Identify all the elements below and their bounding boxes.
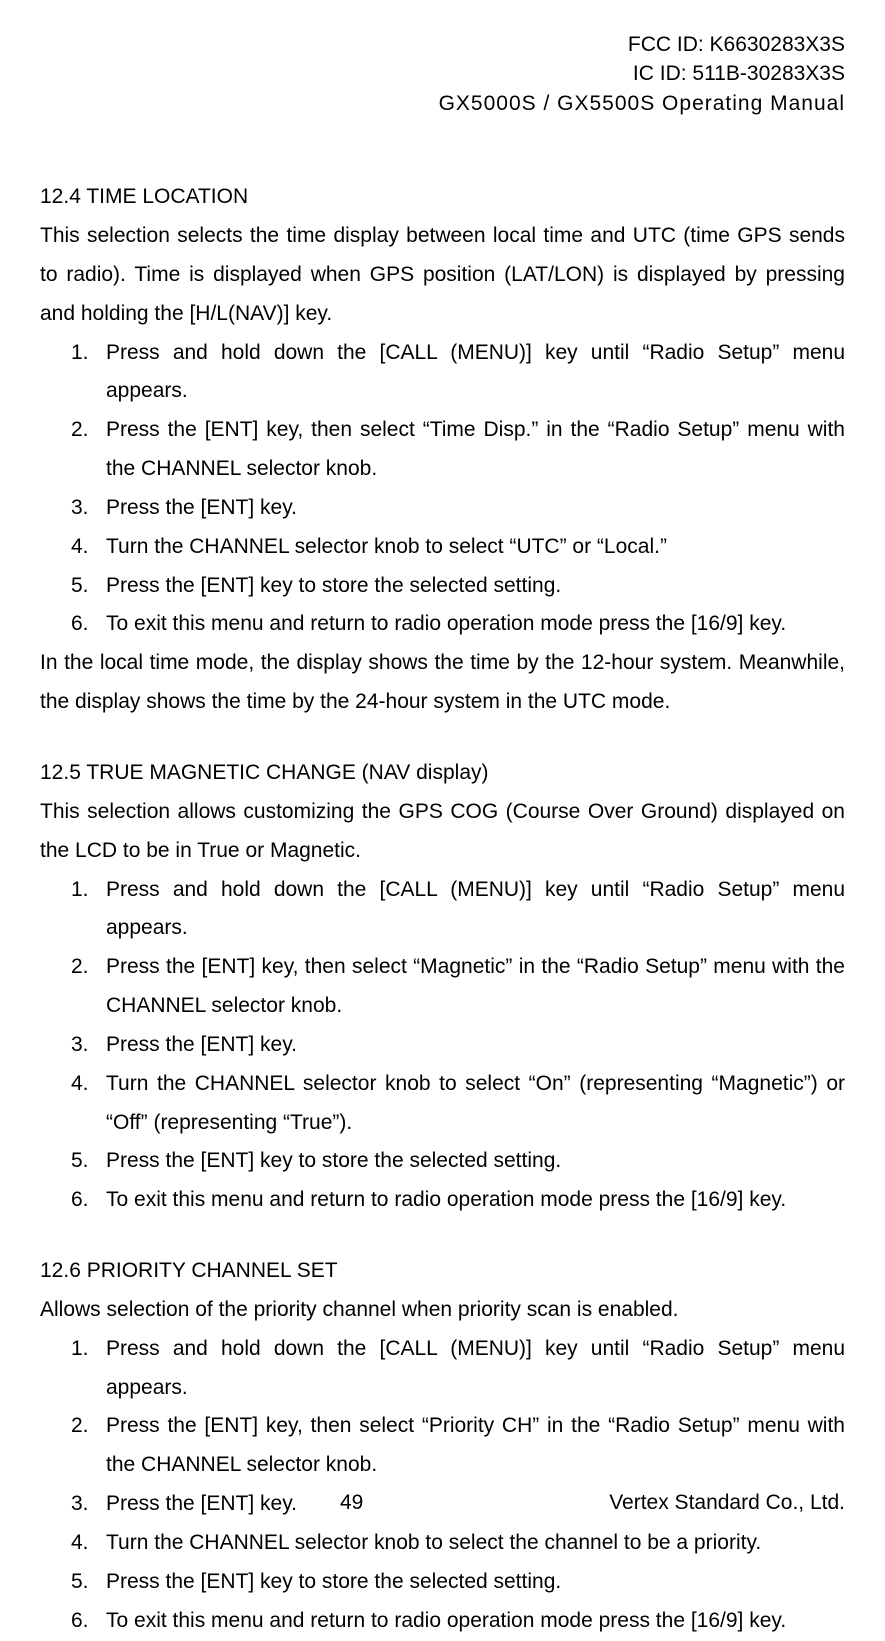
step-text: Press and hold down the [CALL (MENU)] ke…	[106, 341, 845, 403]
document-page: FCC ID: K6630283X3S IC ID: 511B-30283X3S…	[0, 0, 885, 1641]
step-item: 5.Press the [ENT] key to store the selec…	[76, 1142, 845, 1181]
step-number: 4.	[71, 1065, 89, 1104]
step-text: Press the [ENT] key, then select “Time D…	[106, 418, 845, 480]
step-number: 5.	[71, 567, 89, 606]
step-item: 4.Turn the CHANNEL selector knob to sele…	[76, 528, 845, 567]
section-intro-12-4: This selection selects the time display …	[40, 217, 845, 334]
step-number: 5.	[71, 1563, 89, 1602]
step-text: Press and hold down the [CALL (MENU)] ke…	[106, 878, 845, 940]
step-text: Press the [ENT] key to store the selecte…	[106, 574, 561, 597]
company-name: Vertex Standard Co., Ltd.	[363, 1491, 845, 1515]
step-text: Press the [ENT] key to store the selecte…	[106, 1149, 561, 1172]
step-number: 2.	[71, 1407, 89, 1446]
step-item: 1.Press and hold down the [CALL (MENU)] …	[76, 334, 845, 412]
section-heading-12-4: 12.4 TIME LOCATION	[40, 178, 845, 217]
step-item: 6.To exit this menu and return to radio …	[76, 1602, 845, 1641]
page-footer: 49 Vertex Standard Co., Ltd.	[40, 1491, 845, 1515]
section-after-12-4: In the local time mode, the display show…	[40, 644, 845, 722]
section-heading-12-6: 12.6 PRIORITY CHANNEL SET	[40, 1252, 845, 1291]
page-number: 49	[340, 1491, 363, 1515]
step-number: 5.	[71, 1142, 89, 1181]
step-item: 2.Press the [ENT] key, then select “Prio…	[76, 1407, 845, 1485]
step-item: 2.Press the [ENT] key, then select “Time…	[76, 411, 845, 489]
step-item: 1.Press and hold down the [CALL (MENU)] …	[76, 871, 845, 949]
manual-title-line: GX5000S / GX5500S Operating Manual	[40, 89, 845, 118]
step-item: 6.To exit this menu and return to radio …	[76, 1181, 845, 1220]
section-intro-12-5: This selection allows customizing the GP…	[40, 793, 845, 871]
steps-list-12-6: 1. Press and hold down the [CALL (MENU)] …	[40, 1330, 845, 1641]
step-item: 2.Press the [ENT] key, then select “Magn…	[76, 948, 845, 1026]
step-text: Press the [ENT] key.	[106, 1033, 297, 1056]
page-header: FCC ID: K6630283X3S IC ID: 511B-30283X3S…	[40, 30, 845, 118]
step-item: 5.Press the [ENT] key to store the selec…	[76, 1563, 845, 1602]
step-text: Turn the CHANNEL selector knob to select…	[106, 1531, 761, 1554]
step-number: 3.	[71, 489, 89, 528]
step-number: 2.	[71, 948, 89, 987]
step-number: 1.	[71, 334, 89, 373]
step-text: To exit this menu and return to radio op…	[106, 1188, 786, 1211]
steps-list-12-5: 1. Press and hold down the [CALL (MENU)] …	[40, 871, 845, 1221]
step-number: 1.	[71, 1330, 89, 1369]
step-number: 6.	[71, 1602, 89, 1641]
step-text: Press and hold down the [CALL (MENU)] ke…	[106, 1337, 845, 1399]
step-item: 3.Press the [ENT] key.	[76, 489, 845, 528]
step-number: 6.	[71, 605, 89, 644]
fcc-id-line: FCC ID: K6630283X3S	[40, 30, 845, 59]
step-number: 4.	[71, 528, 89, 567]
section-intro-12-6: Allows selection of the priority channel…	[40, 1291, 845, 1330]
step-text: Press the [ENT] key.	[106, 496, 297, 519]
step-item: 3.Press the [ENT] key.	[76, 1026, 845, 1065]
step-text: Press the [ENT] key, then select “Magnet…	[106, 955, 845, 1017]
step-text: Press the [ENT] key, then select “Priori…	[106, 1414, 845, 1476]
step-number: 3.	[71, 1026, 89, 1065]
step-item: 4.Turn the CHANNEL selector knob to sele…	[76, 1524, 845, 1563]
step-item: 6.To exit this menu and return to radio …	[76, 605, 845, 644]
step-item: 4.Turn the CHANNEL selector knob to sele…	[76, 1065, 845, 1143]
step-text: To exit this menu and return to radio op…	[106, 612, 786, 635]
step-number: 4.	[71, 1524, 89, 1563]
step-text: To exit this menu and return to radio op…	[106, 1609, 786, 1632]
step-number: 1.	[71, 871, 89, 910]
step-item: 1.Press and hold down the [CALL (MENU)] …	[76, 1330, 845, 1408]
step-text: Turn the CHANNEL selector knob to select…	[106, 1072, 845, 1134]
step-text: Turn the CHANNEL selector knob to select…	[106, 535, 667, 558]
step-item: 5.Press the [ENT] key to store the selec…	[76, 567, 845, 606]
step-number: 2.	[71, 411, 89, 450]
step-text: Press the [ENT] key to store the selecte…	[106, 1570, 561, 1593]
ic-id-line: IC ID: 511B-30283X3S	[40, 59, 845, 88]
step-number: 6.	[71, 1181, 89, 1220]
steps-list-12-4: 1. Press and hold down the [CALL (MENU)] …	[40, 334, 845, 645]
section-heading-12-5: 12.5 TRUE MAGNETIC CHANGE (NAV display)	[40, 754, 845, 793]
